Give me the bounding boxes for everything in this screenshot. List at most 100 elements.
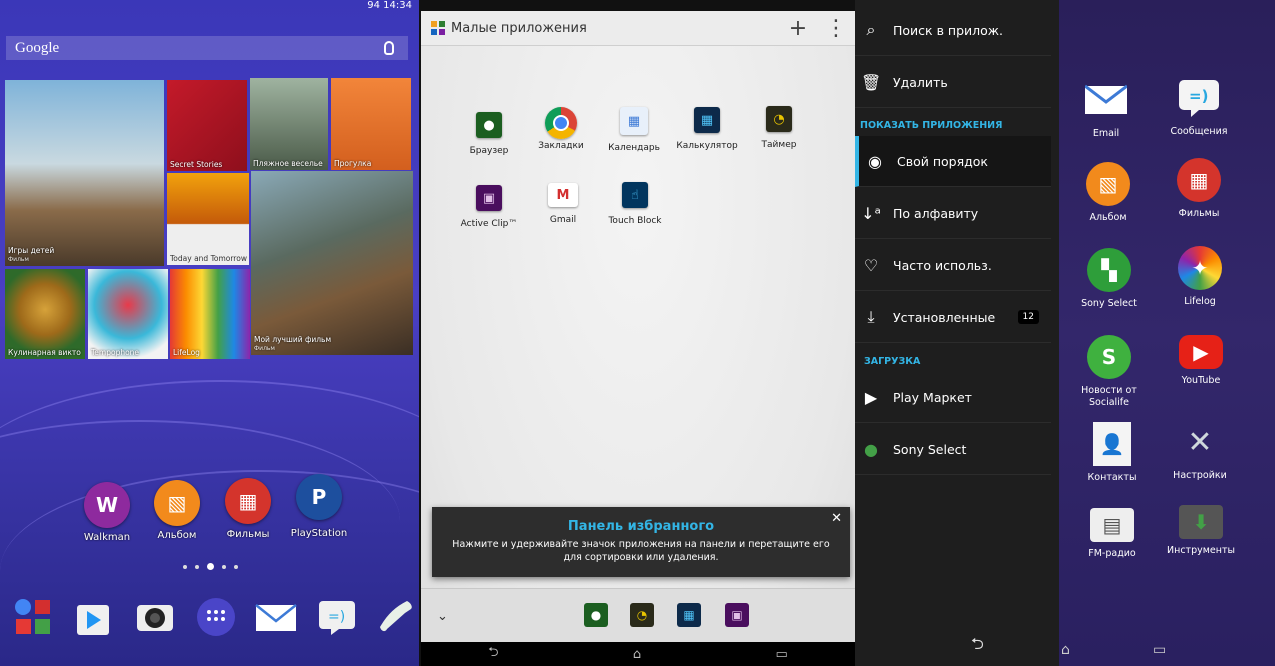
sort-custom-order[interactable]: ◉ Свой порядок: [855, 136, 1051, 187]
menu-item-label: Свой порядок: [897, 153, 988, 169]
app-fm-radio[interactable]: ▤ FM-радио: [1067, 508, 1157, 560]
sony-select-item[interactable]: ● Sony Select: [855, 424, 1051, 475]
download-header: ЗАГРУЗКА: [864, 356, 921, 367]
media-tile[interactable]: Мой лучший фильм Фильм: [251, 171, 413, 355]
small-app-timer[interactable]: ◔ Таймер: [741, 106, 817, 150]
app-settings[interactable]: ✕ Настройки: [1155, 420, 1245, 482]
phone-icon[interactable]: [376, 596, 418, 638]
small-app-gmail[interactable]: M Gmail: [525, 183, 601, 225]
play-market-icon: ▶: [864, 387, 878, 407]
app-label: Сообщения: [1170, 126, 1228, 137]
media-tile[interactable]: Today and Tomorrow: [167, 173, 249, 265]
media-tile[interactable]: Temрophone: [88, 269, 168, 359]
app-email[interactable]: Email: [1061, 78, 1151, 140]
status-bar: [421, 0, 855, 11]
movies-icon[interactable]: ▦: [225, 478, 271, 524]
app-movies[interactable]: ▦ Фильмы: [1154, 158, 1244, 220]
media-tile[interactable]: LifeLog: [170, 269, 250, 359]
media-tile[interactable]: Secret Stories: [167, 80, 247, 171]
recents-icon[interactable]: ▭: [776, 647, 788, 662]
small-apps-screen: Малые приложения + ⋮ ● Браузер Закладки …: [421, 0, 855, 666]
show-apps-header: ПОКАЗАТЬ ПРИЛОЖЕНИЯ: [860, 120, 1003, 131]
messaging-icon[interactable]: =): [316, 596, 358, 638]
back-icon[interactable]: ⮌: [488, 643, 498, 665]
small-app-active-clip[interactable]: ▣ Active Clip™: [451, 185, 527, 229]
small-app-label: Закладки: [538, 141, 584, 151]
app-contacts[interactable]: 👤 Контакты: [1067, 422, 1157, 484]
search-icon: ⌕: [866, 20, 876, 39]
app-album[interactable]: ▧ Альбом: [1063, 162, 1153, 224]
small-app-label: Календарь: [608, 143, 660, 153]
app-drawer-icon[interactable]: [195, 596, 237, 638]
google-apps-folder-icon[interactable]: [12, 596, 54, 638]
app-label: Настройки: [1173, 470, 1227, 481]
search-apps-item[interactable]: ⌕ Поиск в прилож.: [855, 5, 1051, 56]
small-app-calculator[interactable]: ▦ Калькулятор: [669, 107, 745, 151]
small-apps-header: Малые приложения + ⋮: [421, 11, 855, 46]
playstation-icon[interactable]: P: [296, 474, 342, 520]
custom-order-icon: ◉: [868, 151, 882, 171]
recents-icon[interactable]: ▭: [1153, 642, 1166, 658]
small-app-label: Таймер: [761, 140, 797, 150]
sort-most-used[interactable]: ♡ Часто использ.: [855, 240, 1051, 291]
play-store-icon[interactable]: [72, 596, 114, 638]
page-dot: [222, 564, 226, 569]
movies-icon: ▦: [1177, 158, 1221, 202]
small-app-bookmarks[interactable]: Закладки: [523, 107, 599, 151]
active-clip-icon[interactable]: ▣: [725, 603, 749, 627]
home-icon[interactable]: ⌂: [1061, 642, 1070, 658]
media-tile[interactable]: Пляжное веселье: [250, 78, 328, 170]
home-icon[interactable]: ⌂: [633, 647, 641, 662]
app-socialife[interactable]: S Новости от Socialife: [1064, 335, 1154, 409]
small-app-touch-block[interactable]: ☝ Touch Block: [597, 182, 673, 226]
app-label: Фильмы: [226, 529, 270, 540]
add-small-app-button[interactable]: +: [779, 16, 817, 41]
sort-alphabetical[interactable]: ↓ᵃ По алфавиту: [855, 188, 1051, 239]
google-search-bar[interactable]: Google: [6, 36, 408, 60]
small-app-browser[interactable]: ● Браузер: [451, 112, 527, 156]
active-clip-icon: ▣: [476, 185, 502, 211]
download-icon: ⤓: [867, 307, 875, 326]
app-youtube[interactable]: ▶ YouTube: [1156, 335, 1246, 387]
app-tools[interactable]: ⬇ Инструменты: [1156, 505, 1246, 557]
media-tile[interactable]: Прогулка: [331, 78, 411, 170]
overflow-menu-button[interactable]: ⋮: [817, 16, 855, 41]
tile-subtitle: Фильм: [8, 256, 29, 263]
alphabetical-icon: ↓ᵃ: [861, 203, 881, 223]
small-app-label: Touch Block: [608, 216, 662, 226]
app-messages[interactable]: =) Сообщения: [1154, 76, 1244, 138]
tile-title: Игры детей: [8, 246, 55, 255]
small-app-calendar[interactable]: ▦ Календарь: [596, 107, 672, 153]
youtube-icon: ▶: [1179, 335, 1223, 369]
contacts-icon: 👤: [1093, 422, 1131, 466]
sort-installed[interactable]: ⤓ Установленные 12: [855, 292, 1051, 343]
app-sony-select[interactable]: ▚ Sony Select: [1064, 248, 1154, 310]
camera-icon[interactable]: [134, 596, 176, 638]
email-icon[interactable]: [255, 596, 297, 638]
close-icon[interactable]: ✕: [831, 511, 842, 526]
touch-block-icon: ☝: [622, 182, 648, 208]
app-label: Lifelog: [1184, 296, 1216, 307]
media-tile[interactable]: Кулинарная викто: [5, 269, 85, 359]
favorites-panel-hint: Панель избранного Нажмите и удерживайте …: [432, 507, 850, 577]
chrome-icon: [545, 107, 577, 139]
app-label: Инструменты: [1167, 545, 1235, 556]
walkman-icon[interactable]: W: [84, 482, 130, 528]
back-icon[interactable]: ⮌: [971, 633, 984, 660]
app-lifelog[interactable]: ✦ Lifelog: [1155, 246, 1245, 308]
album-icon[interactable]: ▧: [154, 480, 200, 526]
favorites-bar: ⌄ ● ◔ ▦ ▣: [421, 588, 855, 643]
media-tile[interactable]: Игры детей Фильм: [5, 80, 164, 266]
delete-item[interactable]: 🗑 Удалить: [855, 57, 1051, 108]
timer-icon[interactable]: ◔: [630, 603, 654, 627]
microphone-icon[interactable]: [384, 41, 394, 55]
small-app-label: Gmail: [549, 215, 577, 225]
heart-icon: ♡: [863, 255, 879, 275]
calculator-icon[interactable]: ▦: [677, 603, 701, 627]
browser-icon[interactable]: ●: [584, 603, 608, 627]
hint-title: Панель избранного: [567, 519, 715, 534]
chevron-down-icon[interactable]: ⌄: [437, 609, 448, 624]
small-app-label: Браузер: [469, 146, 509, 156]
tile-title: Пляжное веселье: [253, 159, 323, 168]
play-market-item[interactable]: ▶ Play Маркет: [855, 372, 1051, 423]
